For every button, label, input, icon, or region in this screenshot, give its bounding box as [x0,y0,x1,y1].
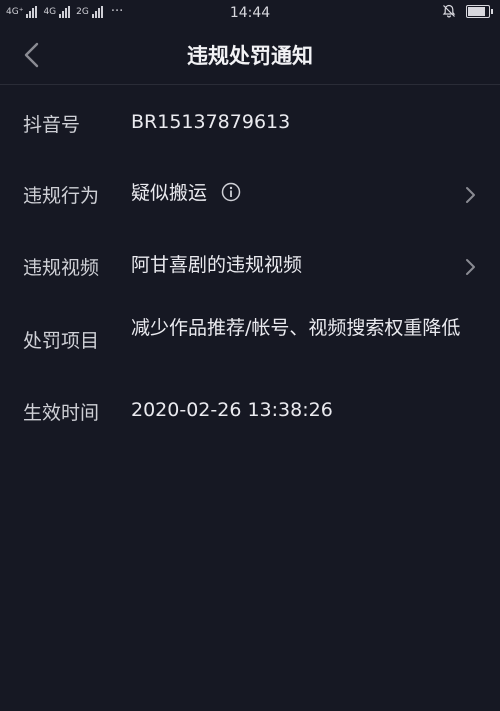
chevron-right-icon [466,187,475,203]
row-label: 生效时间 [23,402,100,424]
row-value: 疑似搬运 [131,179,241,207]
navigation-bar: 违规处罚通知 [0,26,500,85]
row-label: 违规行为 [23,185,100,207]
row-label: 处罚项目 [23,330,100,352]
row-violation-behavior[interactable]: 违规行为 疑似搬运 [0,181,500,211]
row-value: 减少作品推荐/帐号、视频搜索权重降低 [131,317,461,339]
row-account-id: 抖音号 BR15137879613 [0,110,500,140]
row-label: 抖音号 [23,114,81,136]
status-right [442,4,493,18]
chevron-right-icon [466,259,475,275]
violation-behavior-text: 疑似搬运 [131,182,208,204]
battery-level [468,6,485,16]
row-penalty-items: 处罚项目 减少作品推荐/帐号、视频搜索权重降低 [0,317,500,386]
row-effective-time: 生效时间 2020-02-26 13:38:26 [0,398,500,428]
row-value: BR15137879613 [131,111,291,133]
bell-mute-icon [442,4,456,18]
page-title: 违规处罚通知 [187,44,313,68]
info-icon[interactable] [221,182,241,202]
row-label: 违规视频 [23,257,100,279]
battery-icon [466,4,493,18]
row-violation-video[interactable]: 违规视频 阿甘喜剧的违规视频 [0,253,500,283]
status-time: 14:44 [229,5,271,21]
status-bar: 4G⁺ 4G 2G ··· 14:44 [0,0,500,26]
row-value: 阿甘喜剧的违规视频 [131,254,303,276]
row-value: 2020-02-26 13:38:26 [131,399,333,421]
